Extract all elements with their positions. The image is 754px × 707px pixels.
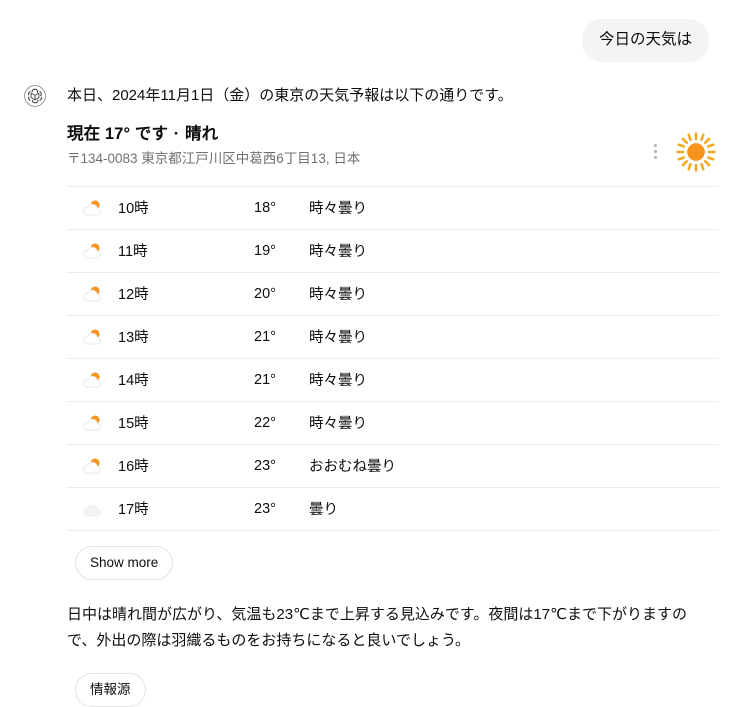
- weather-header-text: 現在 17° です · 晴れ 〒134-0083 東京都江戸川区中葛西6丁目13…: [67, 124, 652, 169]
- assistant-turn: 本日、2024年11月1日（金）の東京の天気予報は以下の通りです。 現在 17°…: [0, 62, 754, 707]
- user-message-bubble[interactable]: 今日の天気は: [581, 19, 709, 63]
- hourly-forecast-list: 10時 18° 時々曇り 11時 19° 時々曇り 12時 20° 時々曇り 1…: [67, 185, 719, 531]
- table-row: 11時 19° 時々曇り: [67, 230, 719, 273]
- show-more-button[interactable]: Show more: [75, 545, 174, 581]
- current-temperature: 17°: [104, 124, 131, 143]
- table-row: 13時 21° 時々曇り: [67, 316, 719, 359]
- hour-time: 12時: [118, 287, 149, 304]
- weather-header-actions: [652, 124, 719, 175]
- table-row: 16時 23° おおむね曇り: [67, 445, 719, 488]
- hour-temperature: 18°: [254, 199, 276, 216]
- weather-header: 現在 17° です · 晴れ 〒134-0083 東京都江戸川区中葛西6丁目13…: [67, 124, 719, 186]
- table-row: 15時 22° 時々曇り: [67, 402, 719, 445]
- partly-cloudy-icon: [67, 456, 109, 476]
- hour-condition: おおむね曇り: [309, 459, 396, 476]
- weather-address: 〒134-0083 東京都江戸川区中葛西6丁目13, 日本: [67, 151, 361, 167]
- hour-time: 14時: [118, 373, 149, 390]
- hour-condition: 時々曇り: [309, 201, 367, 218]
- hour-time: 17時: [118, 502, 149, 519]
- partly-cloudy-icon: [67, 241, 109, 261]
- current-conditions-line: 現在 17° です · 晴れ: [67, 124, 652, 145]
- kebab-dot: [654, 156, 657, 160]
- current-heading-prefix: 現在: [67, 124, 101, 143]
- hour-condition: 時々曇り: [309, 416, 367, 433]
- hour-time: 16時: [118, 459, 149, 476]
- hour-condition: 時々曇り: [309, 287, 367, 304]
- kebab-menu-icon[interactable]: [652, 141, 659, 162]
- hour-condition: 時々曇り: [309, 330, 367, 347]
- separator: ·: [173, 124, 180, 143]
- sources-button[interactable]: 情報源: [75, 672, 146, 707]
- partly-cloudy-icon: [67, 284, 109, 304]
- hour-time: 10時: [118, 201, 149, 218]
- hour-time: 13時: [118, 330, 149, 347]
- openai-logo-icon: [23, 84, 47, 113]
- current-condition: 晴れ: [185, 124, 219, 143]
- hour-condition: 時々曇り: [309, 373, 367, 390]
- table-row: 17時 23° 曇り: [67, 488, 719, 531]
- hour-time: 11時: [118, 244, 148, 261]
- current-suffix: です: [134, 124, 169, 143]
- hour-temperature: 21°: [254, 328, 276, 345]
- weather-widget: 現在 17° です · 晴れ 〒134-0083 東京都江戸川区中葛西6丁目13…: [67, 124, 719, 581]
- partly-cloudy-icon: [67, 413, 109, 433]
- table-row: 14時 21° 時々曇り: [67, 359, 719, 402]
- sun-icon: [673, 129, 719, 175]
- partly-cloudy-icon: [67, 370, 109, 390]
- summary-text: 日中は晴れ間が広がり、気温も23℃まで上昇する見込みです。夜間は17℃まで下がり…: [67, 606, 687, 650]
- kebab-dot: [654, 150, 657, 154]
- sources-row: 情報源: [67, 654, 727, 707]
- hour-temperature: 23°: [254, 500, 276, 517]
- hour-temperature: 20°: [254, 285, 276, 302]
- hour-temperature: 23°: [254, 457, 276, 474]
- partly-cloudy-icon: [67, 327, 109, 347]
- hour-temperature: 22°: [254, 414, 276, 431]
- assistant-avatar: [22, 85, 48, 111]
- cloudy-icon: [67, 499, 109, 519]
- table-row: 12時 20° 時々曇り: [67, 273, 719, 316]
- show-more-row: Show more: [67, 531, 719, 581]
- hour-temperature: 21°: [254, 371, 276, 388]
- hour-temperature: 19°: [254, 242, 276, 259]
- partly-cloudy-icon: [67, 198, 109, 218]
- kebab-dot: [654, 144, 657, 148]
- table-row: 10時 18° 時々曇り: [67, 187, 719, 230]
- assistant-message-body: 本日、2024年11月1日（金）の東京の天気予報は以下の通りです。 現在 17°…: [67, 84, 727, 707]
- intro-text: 本日、2024年11月1日（金）の東京の天気予報は以下の通りです。: [67, 87, 513, 105]
- hour-condition: 曇り: [309, 502, 338, 519]
- user-turn: 今日の天気は: [0, 0, 754, 63]
- hour-condition: 時々曇り: [309, 244, 367, 261]
- hour-time: 15時: [118, 416, 149, 433]
